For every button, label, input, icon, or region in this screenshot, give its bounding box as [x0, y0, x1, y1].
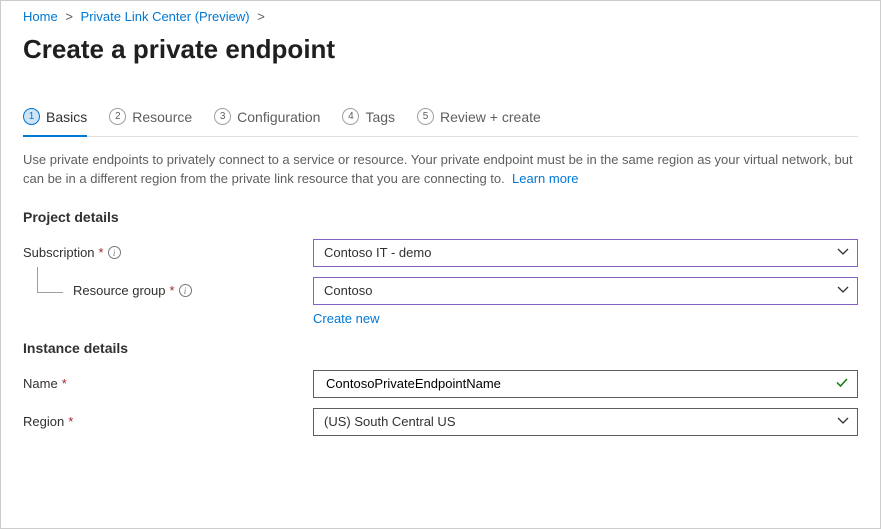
tab-tags[interactable]: 4 Tags [342, 108, 395, 137]
subscription-label: Subscription * i [23, 245, 313, 260]
info-icon[interactable]: i [179, 284, 192, 297]
name-label: Name * [23, 376, 313, 391]
label-text: Name [23, 376, 58, 391]
required-asterisk: * [170, 283, 175, 298]
step-badge: 3 [214, 108, 231, 125]
step-badge: 1 [23, 108, 40, 125]
section-instance-details: Instance details [23, 340, 858, 356]
required-asterisk: * [99, 245, 104, 260]
required-asterisk: * [68, 414, 73, 429]
learn-more-link[interactable]: Learn more [512, 171, 578, 186]
resource-group-dropdown[interactable]: Contoso [313, 277, 858, 305]
breadcrumb: Home > Private Link Center (Preview) > [23, 9, 858, 24]
tab-label: Basics [46, 109, 87, 125]
create-new-link[interactable]: Create new [313, 311, 379, 326]
checkmark-icon [835, 375, 849, 392]
breadcrumb-private-link-center[interactable]: Private Link Center (Preview) [81, 9, 250, 24]
name-input-wrapper [313, 370, 858, 398]
required-asterisk: * [62, 376, 67, 391]
label-text: Resource group [73, 283, 166, 298]
resource-group-value: Contoso [324, 283, 372, 298]
step-badge: 4 [342, 108, 359, 125]
tab-resource[interactable]: 2 Resource [109, 108, 192, 137]
tab-basics[interactable]: 1 Basics [23, 108, 87, 137]
tab-description: Use private endpoints to privately conne… [23, 151, 858, 189]
chevron-down-icon [837, 283, 849, 298]
subscription-value: Contoso IT - demo [324, 245, 431, 260]
breadcrumb-home[interactable]: Home [23, 9, 58, 24]
section-project-details: Project details [23, 209, 858, 225]
step-badge: 2 [109, 108, 126, 125]
chevron-right-icon: > [257, 9, 265, 24]
tab-label: Resource [132, 109, 192, 125]
tab-label: Review + create [440, 109, 541, 125]
tab-label: Configuration [237, 109, 320, 125]
page-title: Create a private endpoint [23, 34, 858, 65]
tab-label: Tags [365, 109, 395, 125]
description-text: Use private endpoints to privately conne… [23, 152, 853, 186]
tree-elbow-icon [37, 267, 63, 293]
tab-strip: 1 Basics 2 Resource 3 Configuration 4 Ta… [23, 107, 858, 137]
info-icon[interactable]: i [108, 246, 121, 259]
region-label: Region * [23, 414, 313, 429]
tab-configuration[interactable]: 3 Configuration [214, 108, 320, 137]
name-input[interactable] [324, 375, 829, 392]
chevron-down-icon [837, 245, 849, 260]
region-dropdown[interactable]: (US) South Central US [313, 408, 858, 436]
label-text: Subscription [23, 245, 95, 260]
subscription-dropdown[interactable]: Contoso IT - demo [313, 239, 858, 267]
chevron-down-icon [837, 414, 849, 429]
region-value: (US) South Central US [324, 414, 456, 429]
chevron-right-icon: > [65, 9, 73, 24]
tab-review-create[interactable]: 5 Review + create [417, 108, 541, 137]
step-badge: 5 [417, 108, 434, 125]
label-text: Region [23, 414, 64, 429]
resource-group-label: Resource group * i [23, 283, 313, 298]
